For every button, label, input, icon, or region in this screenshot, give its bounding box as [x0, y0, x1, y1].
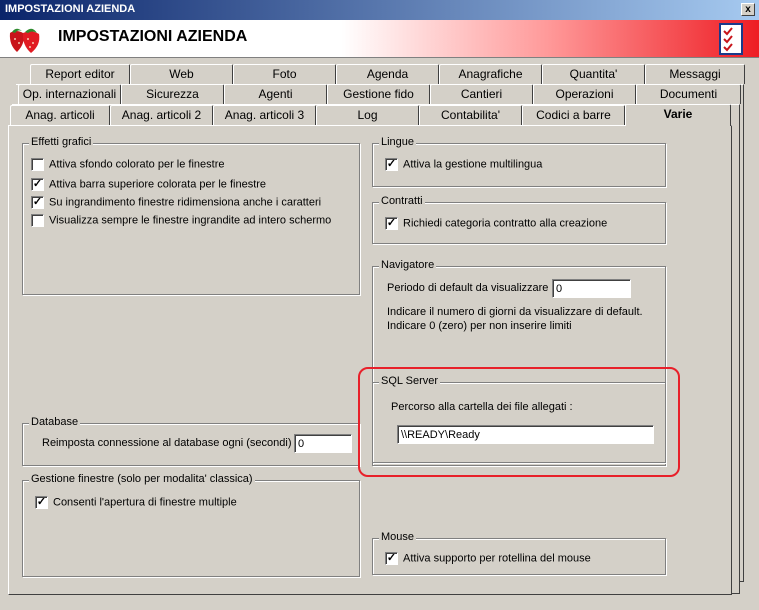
- sql-server-attachments-path-input[interactable]: [397, 425, 654, 444]
- group-effetti-grafici: Effetti grafici Attiva sfondo colorato p…: [22, 136, 360, 295]
- checkbox-row-sfondo-colorato[interactable]: Attiva sfondo colorato per le finestre: [31, 158, 224, 172]
- navigatore-periodo-input[interactable]: [552, 279, 631, 298]
- tab-sicurezza[interactable]: Sicurezza: [121, 84, 224, 104]
- checkbox-finestre-multiple[interactable]: ✓: [35, 496, 48, 509]
- checkbox-row-barra-superiore[interactable]: ✓ Attiva barra superiore colorata per le …: [31, 178, 266, 192]
- tab-agenti[interactable]: Agenti: [224, 84, 327, 104]
- tab-anag-articoli-2[interactable]: Anag. articoli 2: [110, 105, 213, 125]
- tab-anag-articoli[interactable]: Anag. articoli: [10, 105, 110, 125]
- group-contratti-title: Contratti: [379, 195, 425, 207]
- navigatore-note-1: Indicare il numero di giorni da visualiz…: [387, 306, 643, 318]
- checkbox-label: Attiva la gestione multilingua: [403, 158, 543, 171]
- tab-agenda[interactable]: Agenda: [336, 64, 439, 84]
- close-button[interactable]: x: [741, 3, 755, 16]
- group-contratti: Contratti ✓ Richiedi categoria contratto …: [372, 195, 666, 244]
- database-reconnect-label: Reimposta connessione al database ogni (…: [42, 437, 298, 449]
- tab-foto[interactable]: Foto: [233, 64, 336, 84]
- checkbox-row-multilingua[interactable]: ✓ Attiva la gestione multilingua: [385, 158, 542, 172]
- tab-cantieri[interactable]: Cantieri: [430, 84, 533, 104]
- checkbox-label: Consenti l'apertura di finestre multiple: [53, 496, 237, 509]
- group-navigatore-title: Navigatore: [379, 259, 437, 271]
- checkbox-categoria-contratto[interactable]: ✓: [385, 217, 398, 230]
- checkbox-ridimensiona-caratteri[interactable]: ✓: [31, 196, 44, 209]
- tab-anag-articoli-3[interactable]: Anag. articoli 3: [213, 105, 316, 125]
- checkbox-multilingua[interactable]: ✓: [385, 158, 398, 171]
- tab-panel-varie: Effetti grafici Attiva sfondo colorato p…: [8, 125, 732, 595]
- tab-operazioni[interactable]: Operazioni: [533, 84, 636, 104]
- checkbox-row-categoria-contratto[interactable]: ✓ Richiedi categoria contratto alla creaz…: [385, 217, 607, 231]
- tab-log[interactable]: Log: [316, 105, 419, 125]
- tab-report-editor[interactable]: Report editor: [30, 64, 130, 84]
- tab-web[interactable]: Web: [130, 64, 233, 84]
- header-banner: IMPOSTAZIONI AZIENDA: [0, 20, 759, 58]
- group-database: Database Reimposta connessione al databa…: [22, 416, 360, 466]
- checkbox-label: Richiedi categoria contratto alla creazi…: [403, 217, 608, 230]
- checkbox-rotellina-mouse[interactable]: ✓: [385, 552, 398, 565]
- group-database-title: Database: [29, 416, 81, 428]
- checkbox-label: Attiva barra superiore colorata per le f…: [49, 178, 267, 191]
- tab-contabilita[interactable]: Contabilita': [419, 105, 522, 125]
- tab-op-internazionali[interactable]: Op. internazionali: [18, 84, 121, 104]
- checkbox-barra-superiore[interactable]: ✓: [31, 178, 44, 191]
- group-sql-server: SQL Server Percorso alla cartella dei fi…: [372, 375, 666, 463]
- group-lingue: Lingue ✓ Attiva la gestione multilingua: [372, 136, 666, 187]
- group-mouse: Mouse ✓ Attiva supporto per rotellina del…: [372, 531, 666, 575]
- header-title: IMPOSTAZIONI AZIENDA: [58, 28, 248, 45]
- window-title: IMPOSTAZIONI AZIENDA: [5, 3, 136, 15]
- tab-anagrafiche[interactable]: Anagrafiche: [439, 64, 542, 84]
- tab-codici-a-barre[interactable]: Codici a barre: [522, 105, 625, 125]
- window-titlebar: IMPOSTAZIONI AZIENDA x: [0, 0, 759, 20]
- checkbox-label: Su ingrandimento finestre ridimensiona a…: [49, 196, 322, 209]
- tab-quantita[interactable]: Quantita': [542, 64, 645, 84]
- checkbox-label: Visualizza sempre le finestre ingrandite…: [49, 214, 332, 227]
- navigatore-periodo-label: Periodo di default da visualizzare :: [387, 282, 555, 294]
- group-sql-server-title: SQL Server: [379, 375, 441, 387]
- group-gestione-finestre-title: Gestione finestre (solo per modalita' cl…: [29, 473, 255, 485]
- group-gestione-finestre: Gestione finestre (solo per modalita' cl…: [22, 473, 360, 577]
- checklist-document-icon: [719, 23, 743, 55]
- strawberry-logo-icon: [9, 28, 40, 53]
- checkbox-finestre-ingrandite[interactable]: [31, 214, 44, 227]
- group-mouse-title: Mouse: [379, 531, 417, 543]
- checkbox-label: Attiva sfondo colorato per le finestre: [49, 158, 225, 171]
- tab-documenti[interactable]: Documenti: [636, 84, 741, 104]
- tab-messaggi[interactable]: Messaggi: [645, 64, 745, 84]
- group-effetti-grafici-title: Effetti grafici: [29, 136, 94, 148]
- checkbox-label: Attiva supporto per rotellina del mouse: [403, 552, 591, 565]
- checkbox-row-ridimensiona-caratteri[interactable]: ✓ Su ingrandimento finestre ridimensiona …: [31, 196, 321, 210]
- tab-gestione-fido[interactable]: Gestione fido: [327, 84, 430, 104]
- checkbox-row-rotellina-mouse[interactable]: ✓ Attiva supporto per rotellina del mouse: [385, 552, 591, 566]
- sql-server-attachments-label: Percorso alla cartella dei file allegati…: [391, 401, 573, 413]
- database-reconnect-input[interactable]: [294, 434, 352, 453]
- checkbox-row-finestre-ingrandite[interactable]: Visualizza sempre le finestre ingrandite…: [31, 214, 331, 228]
- group-lingue-title: Lingue: [379, 136, 417, 148]
- checkbox-row-finestre-multiple[interactable]: ✓ Consenti l'apertura di finestre multipl…: [35, 496, 237, 510]
- navigatore-note-2: Indicare 0 (zero) per non inserire limit…: [387, 320, 572, 332]
- tab-varie[interactable]: Varie: [625, 104, 731, 126]
- checkbox-sfondo-colorato[interactable]: [31, 158, 44, 171]
